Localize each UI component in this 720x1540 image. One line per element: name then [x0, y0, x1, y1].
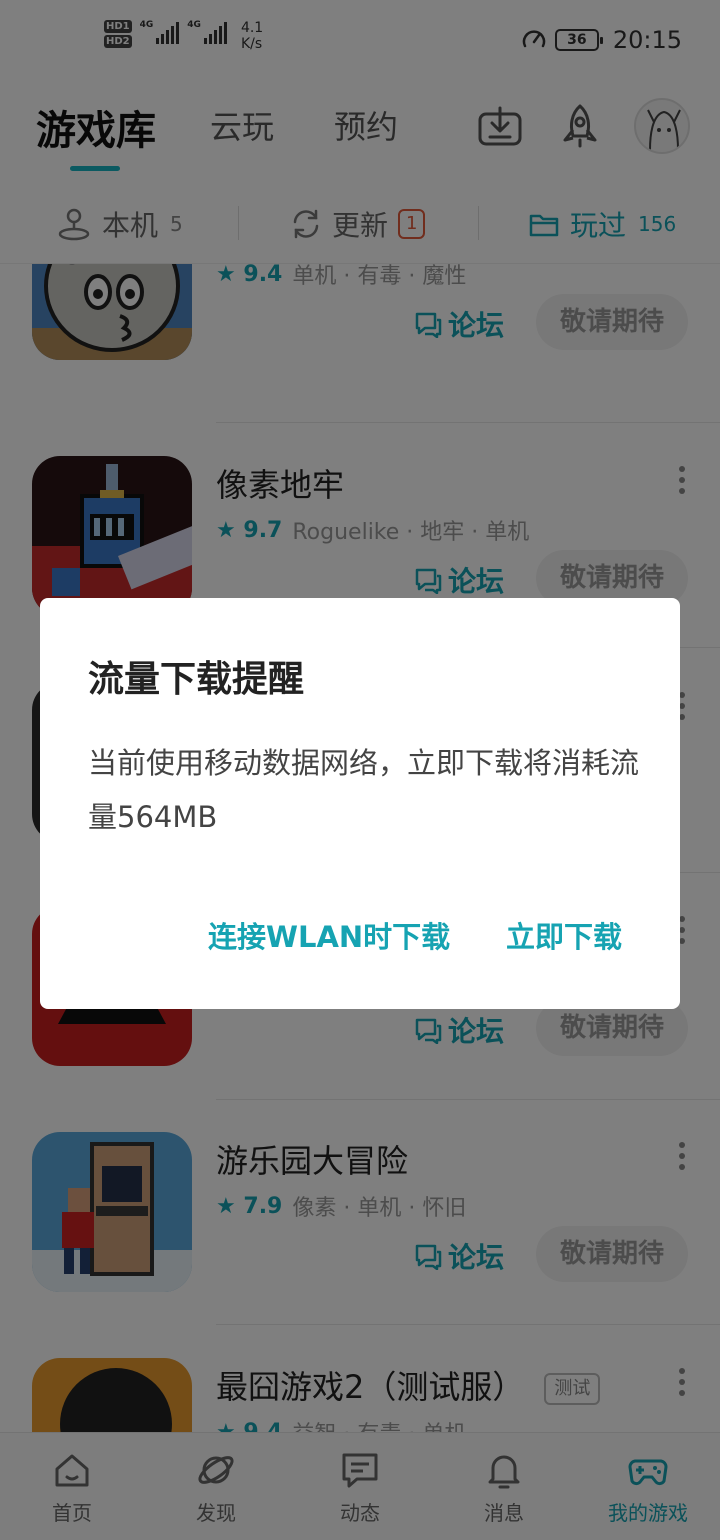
download-on-wlan-button[interactable]: 连接WLAN时下载 [208, 914, 450, 956]
dialog-message: 当前使用移动数据网络，立即下载将消耗流量564MB [88, 746, 640, 834]
data-usage-dialog: 流量下载提醒 当前使用移动数据网络，立即下载将消耗流量564MB 连接WLAN时… [40, 598, 680, 1009]
download-now-button[interactable]: 立即下载 [506, 914, 622, 956]
dialog-title: 流量下载提醒 [88, 659, 305, 700]
